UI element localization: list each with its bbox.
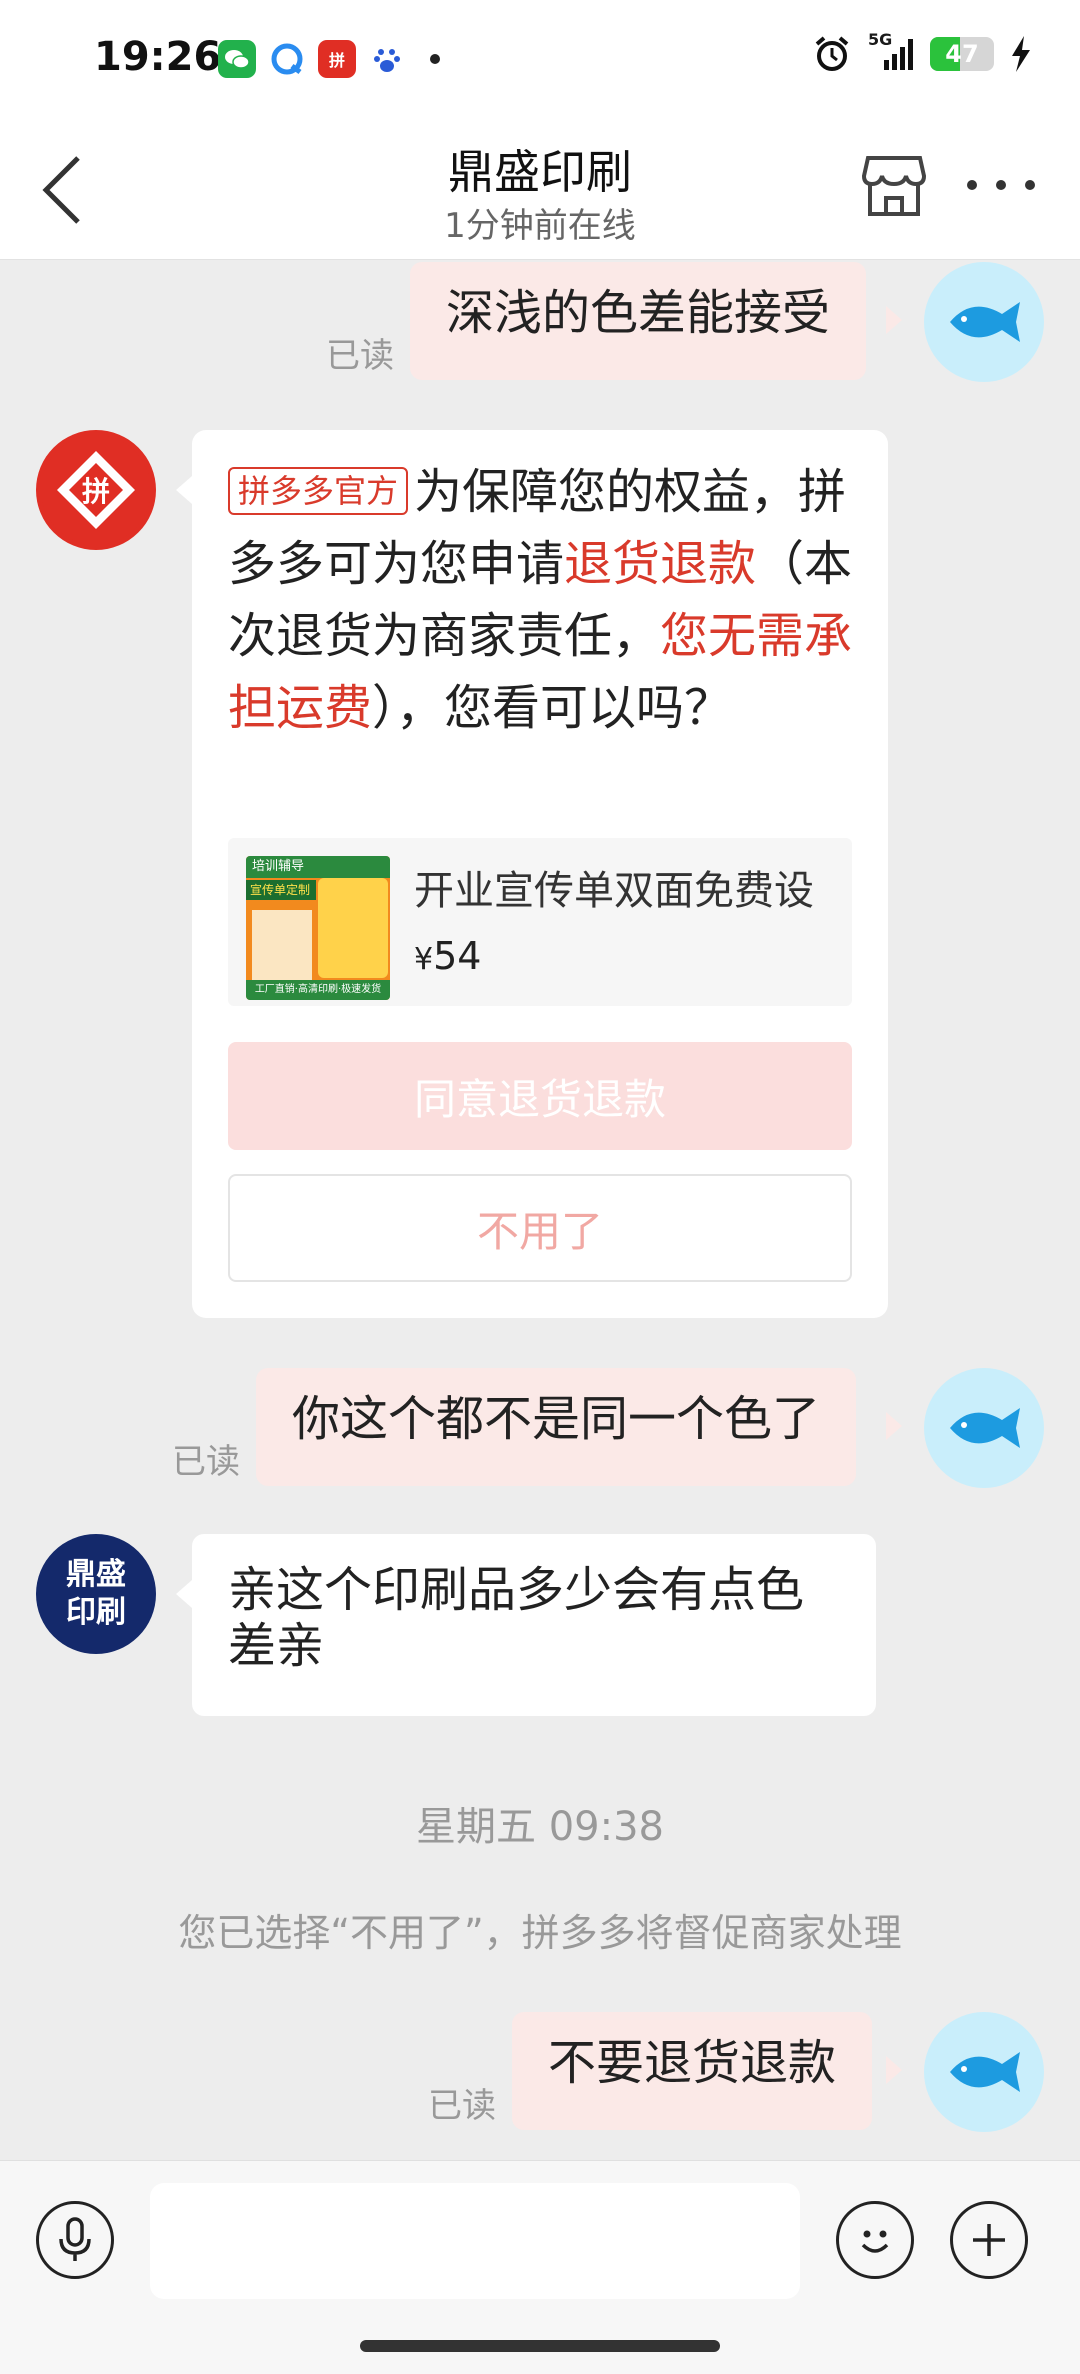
fish-icon	[950, 302, 1020, 342]
shop-message-bubble[interactable]: 亲这个印刷品多少会有点色差亲	[192, 1534, 876, 1716]
bubble-tail	[886, 306, 902, 334]
bubble-tail	[176, 1580, 192, 1608]
bubble-tail	[886, 1412, 902, 1440]
official-badge: 拼多多官方	[228, 467, 409, 515]
baidu-icon	[368, 40, 406, 78]
pinduoduo-avatar[interactable]: 拼	[36, 430, 156, 550]
system-indicators: 5G 47	[812, 30, 1032, 74]
system-notice: 您已选择“不用了”，拼多多将督促商家处理	[178, 1911, 902, 1955]
svg-text:拼: 拼	[82, 475, 110, 508]
official-message-text: 拼多多官方 为保障您的权益，拼多多可为您申请退货退款（本次退货为商家责任，您无需承…	[228, 456, 868, 744]
read-receipt: 已读	[428, 2086, 496, 2126]
alarm-icon	[815, 36, 849, 71]
message-input[interactable]	[150, 2183, 800, 2299]
highlight-return-refund: 退货退款	[564, 536, 757, 592]
status-bar: 19:26 拼 5G 47	[0, 0, 1080, 120]
product-thumbnail: 培训辅导 宣传单定制 工厂直销·高清印刷·极速发货	[246, 856, 390, 1000]
charging-icon	[1012, 36, 1030, 72]
battery-icon: 47	[930, 37, 994, 71]
my-avatar[interactable]	[924, 2012, 1044, 2132]
home-indicator[interactable]	[360, 2340, 720, 2352]
my-message-bubble[interactable]: 不要退货退款	[512, 2012, 873, 2130]
pinduoduo-logo-icon: 拼	[41, 435, 151, 545]
my-avatar[interactable]	[924, 1368, 1044, 1488]
thumb-label: 宣传单定制	[246, 880, 316, 900]
store-icon[interactable]	[858, 150, 930, 222]
plus-icon	[973, 2224, 1005, 2256]
my-message-bubble[interactable]: 你这个都不是同一个色了	[256, 1368, 857, 1486]
add-button[interactable]	[950, 2201, 1028, 2279]
shop-avatar-text: 鼎盛印刷	[66, 1557, 126, 1630]
shop-avatar[interactable]: 鼎盛印刷	[36, 1534, 156, 1654]
fish-icon	[950, 1408, 1020, 1448]
product-price: ¥54	[414, 934, 481, 978]
browser-icon	[268, 40, 306, 78]
voice-button[interactable]	[36, 2201, 114, 2279]
price-value: 54	[433, 934, 482, 978]
message-text: ），您看可以吗？	[372, 680, 733, 736]
thumb-text-area	[252, 910, 312, 980]
chat-header: 鼎盛印刷 1分钟前在线	[0, 120, 1080, 260]
currency-symbol: ¥	[414, 942, 434, 977]
notification-icons: 拼	[218, 40, 440, 78]
emoji-button[interactable]	[836, 2201, 914, 2279]
official-refund-card: 拼多多官方 为保障您的权益，拼多多可为您申请退货退款（本次退货为商家责任，您无需承…	[192, 430, 888, 1318]
status-time: 19:26	[94, 34, 222, 80]
fish-icon	[950, 2052, 1020, 2092]
battery-level: 47	[945, 40, 979, 68]
bubble-tail	[176, 476, 192, 504]
bubble-tail	[886, 2056, 902, 2084]
pinduoduo-icon: 拼	[318, 40, 356, 78]
read-receipt: 已读	[326, 336, 394, 376]
wechat-icon	[218, 40, 256, 78]
product-card[interactable]: 培训辅导 宣传单定制 工厂直销·高清印刷·极速发货 开业宣传单双面免费设 ¥54	[228, 838, 852, 1006]
more-notifications-dot	[430, 54, 440, 64]
more-options-icon[interactable]	[962, 160, 1040, 210]
product-name: 开业宣传单双面免费设	[414, 868, 814, 914]
thumb-footer: 工厂直销·高清印刷·极速发货	[246, 980, 390, 1000]
read-receipt: 已读	[172, 1442, 240, 1482]
agree-return-refund-button[interactable]: 同意退货退款	[228, 1042, 852, 1150]
thumb-art	[318, 878, 388, 978]
thumb-label: 培训辅导	[246, 856, 390, 878]
signal-icon: 5G	[868, 30, 914, 74]
emoji-icon	[861, 2230, 889, 2253]
chat-timestamp: 星期五 09:38	[416, 1804, 664, 1850]
my-avatar[interactable]	[924, 262, 1044, 382]
my-message-bubble[interactable]: 深浅的色差能接受	[410, 262, 867, 380]
decline-button[interactable]: 不用了	[228, 1174, 852, 1282]
microphone-icon	[59, 2217, 91, 2261]
